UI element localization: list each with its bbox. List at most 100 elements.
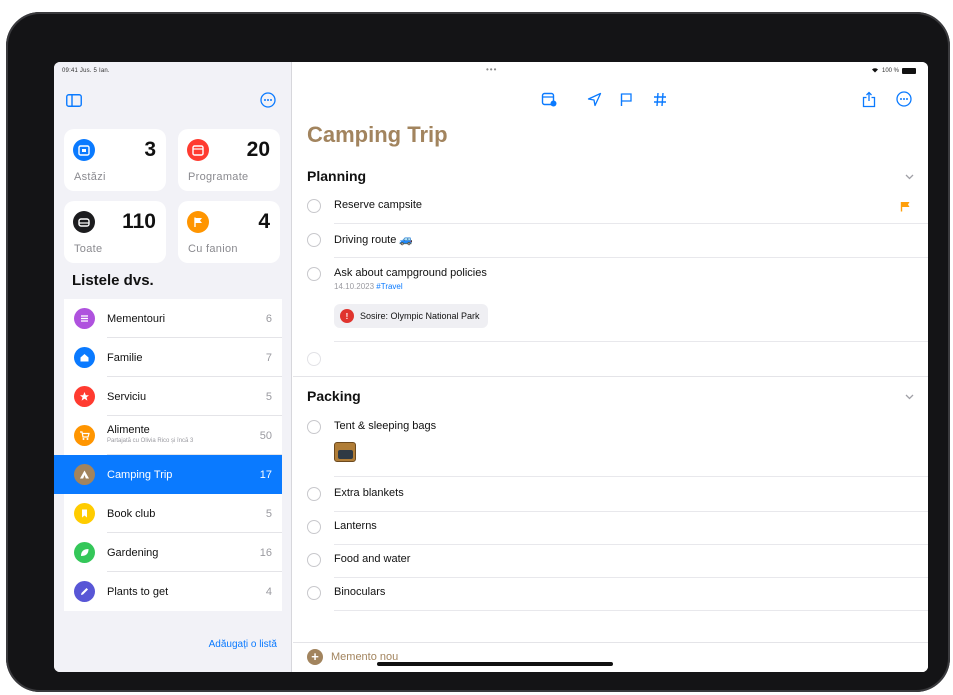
section-header-planning[interactable]: Planning [307,168,366,184]
list-count: 4 [265,585,272,598]
tag-hashtag-icon[interactable] [650,89,670,109]
reminder-item[interactable]: Binoculars [307,586,928,612]
tile-count: 110 [122,210,156,233]
new-reminder-bar: + Memento nou [293,642,928,672]
tile-label: Cu fanion [188,243,238,255]
sidebar-item-mementouri[interactable]: Mementouri 6 [64,299,282,338]
attached-photo-thumbnail[interactable] [334,442,356,462]
tile-all[interactable]: 110 Toate [64,201,166,263]
reminder-item[interactable]: Food and water [307,553,928,579]
reminder-checkbox[interactable] [307,420,321,434]
leaf-icon [74,542,95,563]
flag-icon [187,211,209,233]
more-options-icon[interactable] [894,89,914,109]
reminder-title[interactable]: Binoculars [334,586,385,598]
flag-icon[interactable] [616,89,636,109]
screen: 09:41 Jus. 5 Ian. 3 Astăzi 20 Programate… [54,62,928,672]
sidebar-item-plants-to-get[interactable]: Plants to get 4 [64,572,282,611]
calendar-today-icon [73,139,95,161]
sidebar-item-familie[interactable]: Familie 7 [64,338,282,377]
tent-icon [74,464,95,485]
reminder-item[interactable]: Tent & sleeping bags [307,420,928,478]
divider [334,341,928,342]
tile-scheduled[interactable]: 20 Programate [178,129,280,191]
reminder-title[interactable]: Lanterns [334,520,377,532]
list-icon [74,308,95,329]
reminder-title[interactable]: Reserve campsite [334,199,422,211]
reminder-checkbox[interactable] [307,267,321,281]
add-list-button[interactable]: Adăugați o listă [209,639,277,650]
tile-flagged[interactable]: 4 Cu fanion [178,201,280,263]
sidebar: 09:41 Jus. 5 Ian. 3 Astăzi 20 Programate… [54,62,292,672]
list-count: 16 [259,546,272,559]
divider [334,511,928,512]
list-label: Mementouri [107,312,166,325]
divider [334,610,928,611]
tile-count: 3 [144,138,156,161]
sidebar-item-camping-trip[interactable]: Camping Trip 17 [54,455,282,494]
plus-circle-icon: + [307,649,323,665]
divider [334,476,928,477]
list-count: 7 [265,351,272,364]
reminder-title[interactable]: Driving route 🚙 [334,233,413,246]
location-pin-icon: ! [340,309,354,323]
reminder-item[interactable]: Ask about campground policies 14.10.2023… [307,267,928,343]
reminder-title[interactable]: Extra blankets [334,487,404,499]
reminder-checkbox[interactable] [307,586,321,600]
tile-count: 4 [258,210,270,233]
tile-today[interactable]: 3 Astăzi [64,129,166,191]
reminder-item[interactable]: Lanterns [307,520,928,546]
multitasking-dots[interactable]: ••• [486,65,497,74]
list-count: 5 [265,390,272,403]
sidebar-item-book-club[interactable]: Book club 5 [64,494,282,533]
section-header-packing[interactable]: Packing [307,388,361,404]
bookmark-icon [74,503,95,524]
reminder-meta: 14.10.2023 #Travel [334,282,403,291]
location-chip-label: Sosire: Olympic National Park [360,311,480,321]
star-icon [74,386,95,407]
reminder-checkbox[interactable] [307,553,321,567]
list-count: 5 [265,507,272,520]
reminder-checkbox[interactable] [307,199,321,213]
list-count: 50 [259,429,272,442]
reminder-item[interactable]: Reserve campsite [307,199,928,225]
list-count: 6 [265,312,272,325]
reminder-details-icon[interactable] [539,89,559,109]
list-title: Camping Trip [307,122,448,147]
home-indicator[interactable] [377,662,613,666]
reminder-item[interactable]: Extra blankets [307,487,928,513]
reminder-title[interactable]: Ask about campground policies [334,267,487,279]
list-label: Plants to get [107,585,169,598]
cart-icon [74,425,95,446]
location-icon[interactable] [584,89,604,109]
tile-label: Toate [74,243,103,255]
sidebar-item-gardening[interactable]: Gardening 16 [64,533,282,572]
battery-percent: 100 % [881,68,899,74]
section-divider [293,376,928,377]
location-chip[interactable]: ! Sosire: Olympic National Park [334,304,488,328]
reminder-tag[interactable]: #Travel [376,282,402,291]
chevron-down-icon[interactable] [905,172,914,182]
more-options-icon[interactable] [259,91,277,109]
reminder-item[interactable]: Driving route 🚙 [307,233,928,259]
reminder-checkbox[interactable] [307,233,321,247]
reminder-checkbox[interactable] [307,487,321,501]
empty-reminder-row[interactable] [307,352,928,378]
flagged-icon [900,199,910,217]
tile-label: Astăzi [74,171,106,183]
sidebar-toggle-icon[interactable] [64,92,84,108]
share-icon[interactable] [859,89,879,109]
wifi-icon [871,67,879,75]
sidebar-item-alimente[interactable]: Alimente Partajată cu Olivia Rico și înc… [64,416,282,455]
reminder-title[interactable]: Tent & sleeping bags [334,420,436,432]
reminder-title[interactable]: Food and water [334,553,410,565]
list-label: Camping Trip [107,468,173,481]
reminder-checkbox[interactable] [307,352,321,366]
calendar-icon [187,139,209,161]
sidebar-item-serviciu[interactable]: Serviciu 5 [64,377,282,416]
divider [334,544,928,545]
reminder-checkbox[interactable] [307,520,321,534]
reminder-date: 14.10.2023 [334,282,375,291]
list-label: Gardening [107,546,159,559]
chevron-down-icon[interactable] [905,392,914,402]
